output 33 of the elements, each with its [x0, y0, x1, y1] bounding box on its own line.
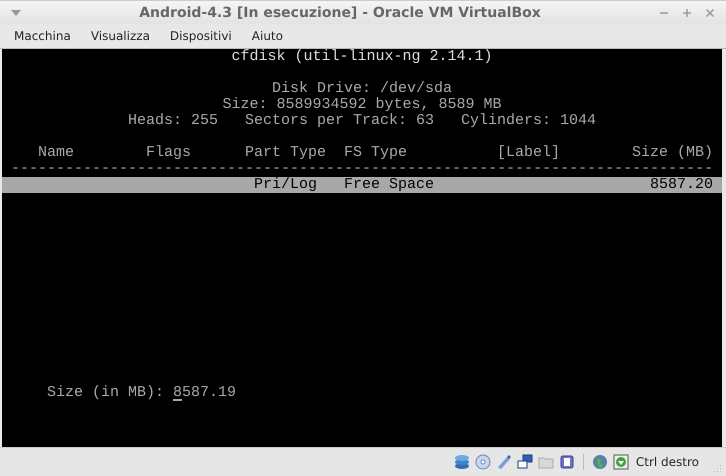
- column-header: Flags: [146, 145, 191, 161]
- down-arrow-icon[interactable]: [612, 454, 629, 470]
- program-title: cfdisk (util-linux-ng 2.14.1): [231, 49, 493, 65]
- column-header: Size (MB): [632, 145, 713, 161]
- maximize-icon[interactable]: [682, 8, 692, 18]
- menu-item[interactable]: Visualizza: [90, 29, 150, 43]
- table-cell: Pri/Log: [254, 177, 317, 193]
- pen-icon[interactable]: [496, 454, 512, 470]
- table-cell: 8587.20: [650, 177, 713, 193]
- column-header: Part Type: [245, 145, 326, 161]
- column-header: FS Type: [344, 145, 407, 161]
- window-title: Android-4.3 [In esecuzione] - Oracle VM VirtualBox: [139, 4, 541, 20]
- dropdown-arrow-icon[interactable]: [11, 10, 21, 16]
- column-header: [Label]: [497, 145, 560, 161]
- globe-icon[interactable]: [592, 454, 608, 470]
- host-key-label: Ctrl destro: [636, 455, 699, 469]
- menu-item[interactable]: Aiuto: [252, 29, 283, 43]
- prompt-label: Size (in MB):: [47, 385, 164, 401]
- disk-info-text: Disk Drive: /dev/sda: [272, 80, 452, 97]
- menu-item[interactable]: Dispositivi: [170, 29, 232, 43]
- disk-info-text: Size: 8589934592 bytes, 8589 MB: [222, 96, 502, 113]
- partition-row[interactable]: Pri/Log Free Space 8587.20: [2, 177, 722, 193]
- disk-info-text: Heads: 255 Sectors per Track: 63 Cylinders: 1044: [128, 112, 596, 129]
- network-screens-icon[interactable]: [516, 454, 533, 470]
- menu-item[interactable]: Macchina: [14, 29, 71, 43]
- cd-icon[interactable]: [474, 454, 491, 470]
- hard-disk-icon[interactable]: [454, 454, 470, 470]
- table-cell: Free Space: [344, 177, 434, 193]
- text-cursor: [173, 399, 182, 401]
- separator-line: ------------------------------------------------------------------------------: [11, 161, 713, 177]
- close-icon[interactable]: [705, 8, 715, 18]
- size-input-field[interactable]: 8587.19: [173, 385, 236, 401]
- column-header: Name: [38, 145, 74, 161]
